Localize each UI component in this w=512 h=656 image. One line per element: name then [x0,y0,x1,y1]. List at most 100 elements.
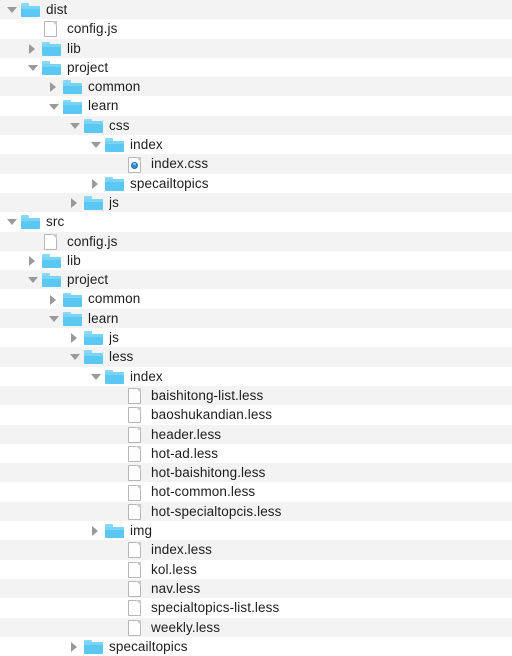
tree-item-label: dist [46,2,68,17]
twisty-placeholder [25,19,41,38]
chevron-right-icon[interactable] [46,77,62,96]
folder-icon [62,97,84,116]
tree-item-label: js [109,330,119,346]
tree-item-label: css [109,117,130,133]
tree-row-file[interactable]: weekly.less [0,617,512,637]
tree-item-label: config.js [67,21,118,37]
tree-item-label: common [88,291,141,307]
folder-icon [41,58,63,77]
tree-row-file[interactable]: baishitong-list.less [0,385,512,406]
document-icon [41,232,63,251]
tree-item-label: config.js [67,233,118,249]
chevron-down-icon[interactable] [4,212,20,231]
chevron-right-icon[interactable] [25,251,41,270]
tree-row-folder[interactable]: specailtopics [0,173,512,193]
chevron-right-icon[interactable] [25,39,41,58]
folder-icon [83,116,105,135]
tree-row-folder[interactable]: index [0,366,512,386]
tree-row-file[interactable]: specialtopics-list.less [0,598,512,618]
tree-row-folder[interactable]: common [0,289,512,309]
tree-row-folder[interactable]: learn [0,308,512,329]
folder-icon [104,174,126,193]
twisty-placeholder [109,579,125,598]
twisty-placeholder [25,232,41,251]
chevron-down-icon[interactable] [67,116,83,135]
chevron-right-icon[interactable] [67,193,83,212]
chevron-right-icon[interactable] [67,328,83,347]
document-icon [125,502,147,521]
tree-item-label: weekly.less [151,619,221,635]
tree-row-file[interactable]: baoshukandian.less [0,405,512,425]
tree-item-label: js [109,194,119,210]
tree-row-folder[interactable]: js [0,192,512,213]
tree-row-file[interactable]: config.js [0,19,512,39]
tree-row-file[interactable]: hot-common.less [0,482,512,502]
tree-row-folder[interactable]: index [0,135,512,155]
chevron-down-icon[interactable] [88,367,104,386]
chevron-down-icon[interactable] [25,58,41,77]
tree-row-file[interactable]: header.less [0,424,512,444]
tree-row-file[interactable]: hot-specialtopcis.less [0,501,512,522]
document-icon [125,463,147,482]
folder-icon [20,0,42,19]
tree-row-folder[interactable]: common [0,77,512,97]
twisty-placeholder [109,618,125,637]
twisty-placeholder [109,560,125,579]
twisty-placeholder [109,155,125,174]
tree-row-folder[interactable]: dist [0,0,512,20]
chevron-down-icon[interactable] [46,97,62,116]
chevron-down-icon[interactable] [88,135,104,154]
tree-row-folder[interactable]: lib [0,38,512,58]
document-icon [41,19,63,38]
chevron-down-icon[interactable] [67,347,83,366]
chevron-right-icon[interactable] [67,637,83,656]
tree-row-folder[interactable]: img [0,521,512,541]
document-icon [125,444,147,463]
tree-row-file[interactable]: kol.less [0,559,512,579]
tree-row-file[interactable]: hot-ad.less [0,443,512,464]
chevron-right-icon[interactable] [88,174,104,193]
tree-row-folder[interactable]: learn [0,96,512,116]
tree-row-folder[interactable]: css [0,115,512,136]
tree-row-file[interactable]: index.css [0,154,512,174]
folder-icon [41,39,63,58]
chevron-down-icon[interactable] [46,309,62,328]
tree-row-folder[interactable]: src [0,212,512,232]
chevron-right-icon[interactable] [46,290,62,309]
chevron-down-icon[interactable] [4,0,20,19]
file-tree[interactable]: dist config.js lib project common learn css ind… [0,0,512,656]
chevron-down-icon[interactable] [25,270,41,289]
tree-row-folder[interactable]: project [0,57,512,78]
tree-row-file[interactable]: hot-baishitong.less [0,463,512,483]
tree-item-label: img [130,523,153,539]
document-icon [125,540,147,559]
tree-row-folder[interactable]: lib [0,250,512,271]
tree-row-file[interactable]: nav.less [0,578,512,599]
chevron-right-icon[interactable] [88,521,104,540]
tree-row-folder[interactable]: specailtopics [0,636,512,656]
tree-item-label: learn [88,310,119,326]
tree-item-label: index [130,137,163,153]
folder-icon [83,637,105,656]
tree-row-folder[interactable]: js [0,328,512,348]
tree-row-folder[interactable]: project [0,270,512,290]
tree-row-file[interactable]: index.less [0,540,512,560]
twisty-placeholder [109,386,125,405]
tree-row-folder[interactable]: less [0,347,512,367]
tree-row-file[interactable]: config.js [0,231,512,251]
